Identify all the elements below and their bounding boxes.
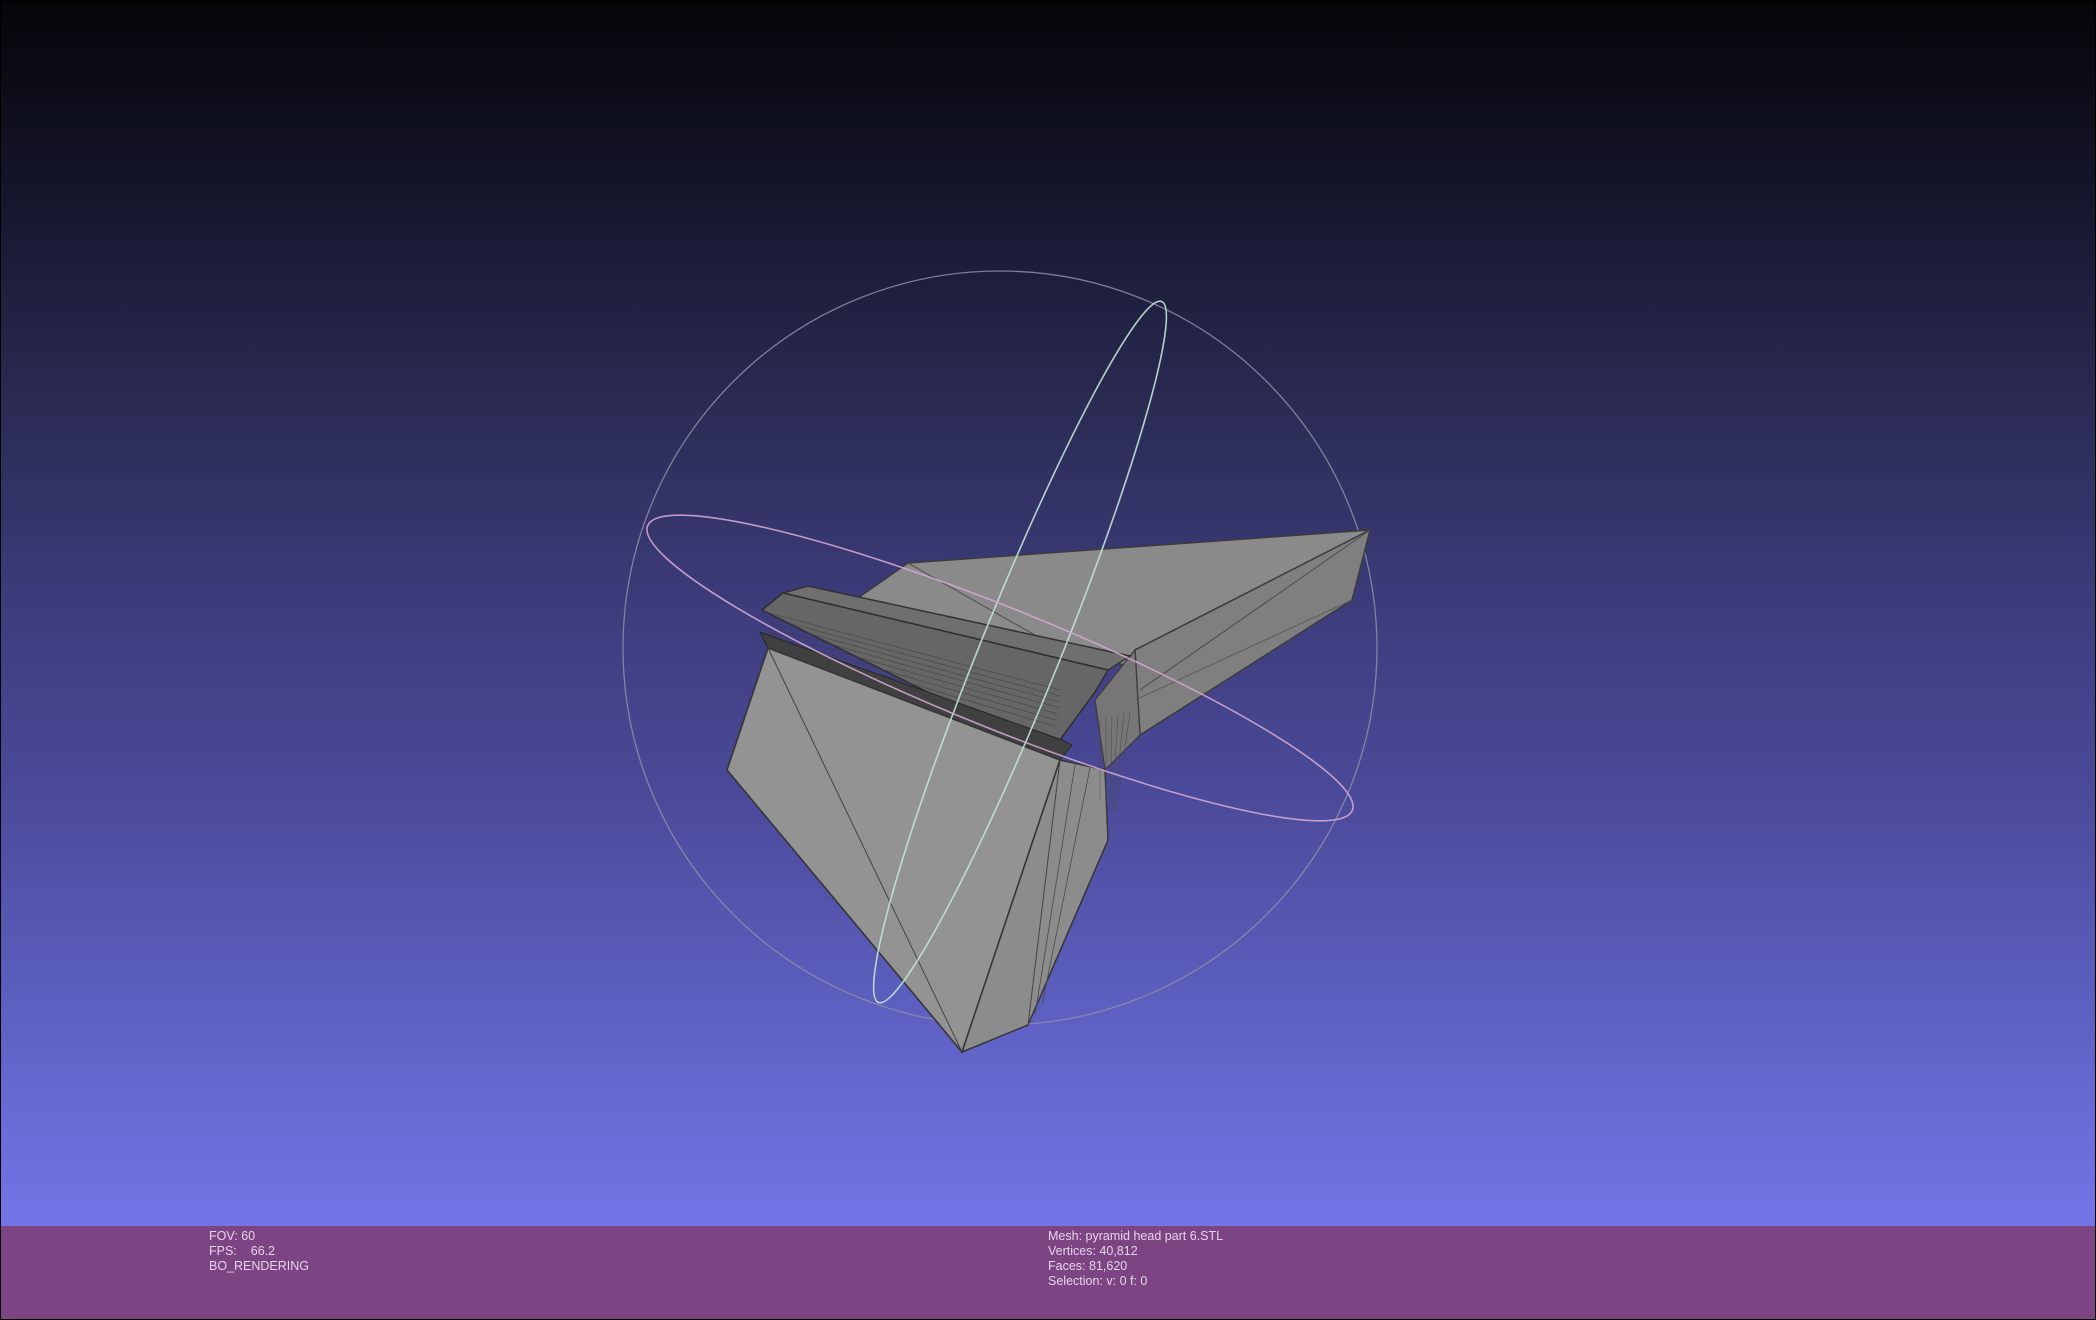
fov-value: 60	[241, 1229, 256, 1243]
selection-readout: Selection: v: 0 f: 0	[1048, 1274, 1148, 1288]
faces-value: 81,620	[1089, 1259, 1128, 1273]
mesh-info: Mesh: pyramid head part 6.STL Vertices: …	[1048, 1229, 1223, 1289]
mesh-model[interactable]	[726, 528, 1372, 1054]
info-overlay-bar: FOV: 60 FPS: 66.2 BO_RENDERING Mesh: pyra…	[0, 1226, 2096, 1320]
vertices-readout: Vertices: 40,812	[1048, 1244, 1138, 1258]
fps-readout: FPS: 66.2	[209, 1244, 276, 1258]
faces-readout: Faces: 81,620	[1048, 1259, 1128, 1273]
3d-viewport[interactable]: FOV: 60 FPS: 66.2 BO_RENDERING Mesh: pyra…	[0, 0, 2096, 1320]
mesh-name: pyramid head part 6.STL	[1085, 1229, 1224, 1243]
selection-value: v: 0 f: 0	[1106, 1274, 1148, 1288]
render-info: FOV: 60 FPS: 66.2 BO_RENDERING	[209, 1229, 309, 1274]
fov-readout: FOV: 60	[209, 1229, 256, 1243]
fps-value: 66.2	[250, 1244, 276, 1258]
rendering-mode: BO_RENDERING	[209, 1259, 310, 1273]
scene-canvas[interactable]	[0, 0, 2096, 1226]
vertices-value: 40,812	[1099, 1244, 1138, 1258]
mesh-name-readout: Mesh: pyramid head part 6.STL	[1048, 1229, 1224, 1243]
